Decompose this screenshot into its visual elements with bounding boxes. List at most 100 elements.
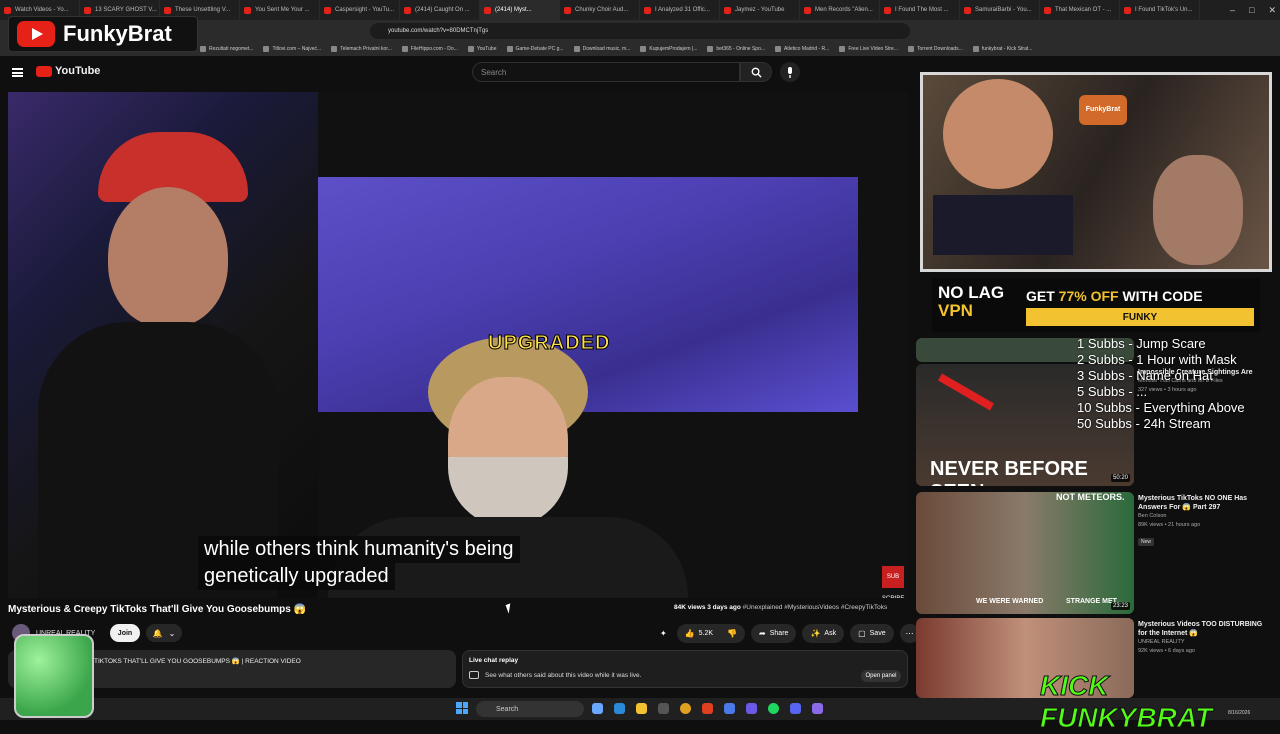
thumbs-down-icon[interactable]: 👎 [727, 629, 737, 638]
more-icon: ⋯ [905, 629, 914, 638]
bookmark[interactable]: YouTube [467, 46, 497, 52]
bookmark[interactable]: funkybrat - Kick Strat... [972, 46, 1032, 52]
store-icon[interactable] [658, 703, 669, 714]
recommendation-info[interactable]: Mysterious Videos TOO DISTURBING for the… [1138, 620, 1268, 656]
tab-label: SamuraiBarbi - You... [975, 7, 1032, 13]
join-button[interactable]: Join [110, 624, 140, 642]
bookmark[interactable]: bet365 - Online Spo... [707, 46, 765, 52]
save-button[interactable]: ▢ Save [850, 624, 894, 643]
bookmark-label: KupujemProdajem |... [649, 46, 698, 52]
bookmark-icon [573, 46, 580, 52]
chrome-icon[interactable] [680, 703, 691, 714]
browser-tab[interactable]: I Analyzed 31 Offic... [640, 0, 720, 20]
youtube-favicon-icon [244, 6, 251, 14]
youtube-favicon-icon [804, 6, 811, 14]
funkybrat-sign: FunkyBrat [1079, 95, 1127, 125]
bookmark[interactable]: Free Live Video Stre... [839, 46, 898, 52]
bookmark[interactable]: Download music, m... [573, 46, 630, 52]
bookmark[interactable]: Rezultati nogomet... [200, 46, 253, 52]
recommendation-thumbnail[interactable]: NOT METEORS. WE WERE WARNED STRANGE MET.… [916, 492, 1134, 614]
ask-button[interactable]: ✨ Ask [802, 624, 845, 643]
bookmark[interactable]: Torrent Downloads... [907, 46, 963, 52]
recommendation-title[interactable]: Mysterious Videos TOO DISTURBING for the… [1138, 620, 1268, 638]
like-count: 5.2K [698, 630, 714, 637]
bookmark[interactable]: Titlovi.com – Najveć... [263, 46, 321, 52]
search-button[interactable] [740, 62, 772, 82]
browser-tab[interactable]: I Found TikTok's Un... [1120, 0, 1200, 20]
file-explorer-icon[interactable] [636, 703, 647, 714]
browser-tab-active[interactable]: (2414) Myst... [480, 0, 560, 20]
bookmark-icon [907, 46, 914, 52]
teams-icon[interactable] [746, 703, 757, 714]
bookmark-icon [331, 46, 338, 52]
recommendation-title[interactable]: Mysterious TikToks NO ONE Has Answers Fo… [1138, 494, 1268, 512]
promo-headline: GET 77% OFF WITH CODE [1026, 288, 1203, 304]
start-button[interactable] [456, 702, 468, 714]
tab-label: I Found TikTok's Un... [1135, 7, 1193, 13]
youtube-favicon-icon [324, 6, 331, 14]
ask-icon: ✨ [810, 629, 821, 638]
menu-icon[interactable] [12, 68, 23, 77]
browser-tab[interactable]: (2414) Caught On ... [400, 0, 480, 20]
recommendation-info[interactable]: Mysterious TikToks NO ONE Has Answers Fo… [1138, 494, 1268, 548]
bookmark[interactable]: Atletico Madrid - R... [775, 46, 829, 52]
copilot-icon[interactable] [592, 703, 603, 714]
bookmark-save-icon: ▢ [858, 629, 866, 638]
url-field[interactable]: youtube.com/watch?v=80DMCTnjTgs [370, 23, 910, 39]
minimize-icon[interactable]: – [1230, 5, 1235, 15]
vpn-logo-bottom: VPN [938, 301, 973, 320]
browser-tab[interactable]: Caspersight - YouTu... [320, 0, 400, 20]
tab-label: I Analyzed 31 Offic... [655, 7, 710, 13]
browser-tab[interactable]: Men Records "Alien... [800, 0, 880, 20]
video-player[interactable]: UPGRADED while others think humanity's b… [8, 92, 908, 598]
tab-label: (2414) Caught On ... [415, 7, 470, 13]
bookmark[interactable]: Game-Debate PC g... [506, 46, 564, 52]
sub-goal: 5 Subbs - ... [1077, 384, 1148, 399]
app-icon[interactable] [812, 703, 823, 714]
save-label: Save [869, 630, 886, 637]
youtube-logo[interactable]: YouTube [36, 65, 100, 77]
notification-button[interactable]: 🔔 ⌄ [146, 624, 182, 642]
discord-icon[interactable] [790, 703, 801, 714]
browser-tab[interactable]: Chunky Choir Aud... [560, 0, 640, 20]
browser-tab[interactable]: Jaymez - YouTube [720, 0, 800, 20]
thumbs-up-icon: 👍 [684, 629, 695, 638]
spotify-icon[interactable] [768, 703, 779, 714]
recommendation-channel[interactable]: Ben Colson [1138, 512, 1268, 521]
open-panel-button[interactable]: Open panel [861, 670, 901, 682]
brave-icon[interactable] [702, 703, 713, 714]
taskbar-search[interactable]: Search [476, 701, 584, 717]
browser-tab[interactable]: You Sent Me Your ... [240, 0, 320, 20]
reactor-webcam [8, 92, 318, 598]
search-input[interactable]: Search [472, 62, 740, 82]
bookmark-label: Game-Debate PC g... [515, 46, 564, 52]
like-button[interactable]: 👍 5.2K 👎 [676, 624, 746, 643]
browser-tab[interactable]: SamuraiBarbi - You... [960, 0, 1040, 20]
bookmark-label: Atletico Madrid - R... [784, 46, 830, 52]
voice-search-button[interactable] [780, 62, 800, 82]
youtube-logo-text: YouTube [55, 65, 101, 77]
maximize-icon[interactable]: □ [1249, 5, 1254, 15]
share-button[interactable]: ➦ Share [751, 624, 797, 643]
vpn-logo: NO LAG VPN [938, 284, 1004, 320]
bookmark[interactable]: Telemach Privatni kor... [331, 46, 392, 52]
video-actions: ✦ 👍 5.2K 👎 ➦ Share ✨ Ask ▢ Save ⋯ [656, 624, 920, 643]
bookmark-icon [263, 46, 270, 52]
app-icon[interactable] [724, 703, 735, 714]
browser-tab[interactable]: I Found The Most ... [880, 0, 960, 20]
bookmark-label: FileHippo.com - Do... [410, 46, 458, 52]
edge-icon[interactable] [614, 703, 625, 714]
bookmark[interactable]: FileHippo.com - Do... [401, 46, 458, 52]
close-icon[interactable]: ✕ [1268, 5, 1276, 16]
video-caption: while others think humanity's being gene… [198, 536, 520, 590]
recommendation-channel[interactable]: UNREAL REALITY [1138, 638, 1268, 647]
subscribe-watermark[interactable]: SUB SCRIBE [882, 566, 904, 598]
bookmark[interactable]: KupujemProdajem |... [640, 46, 697, 52]
video-overlay-text: UPGRADED [487, 332, 611, 355]
ask-label: Ask [824, 630, 837, 637]
live-chat-title: Live chat replay [469, 657, 519, 664]
bookmark-icon [775, 46, 782, 52]
video-tags[interactable]: #Unexplained #MysteriousVideos #CreepyTi… [743, 604, 888, 611]
sparkle-button[interactable]: ✦ [656, 624, 671, 643]
browser-tab[interactable]: That Mexican OT - ... [1040, 0, 1120, 20]
